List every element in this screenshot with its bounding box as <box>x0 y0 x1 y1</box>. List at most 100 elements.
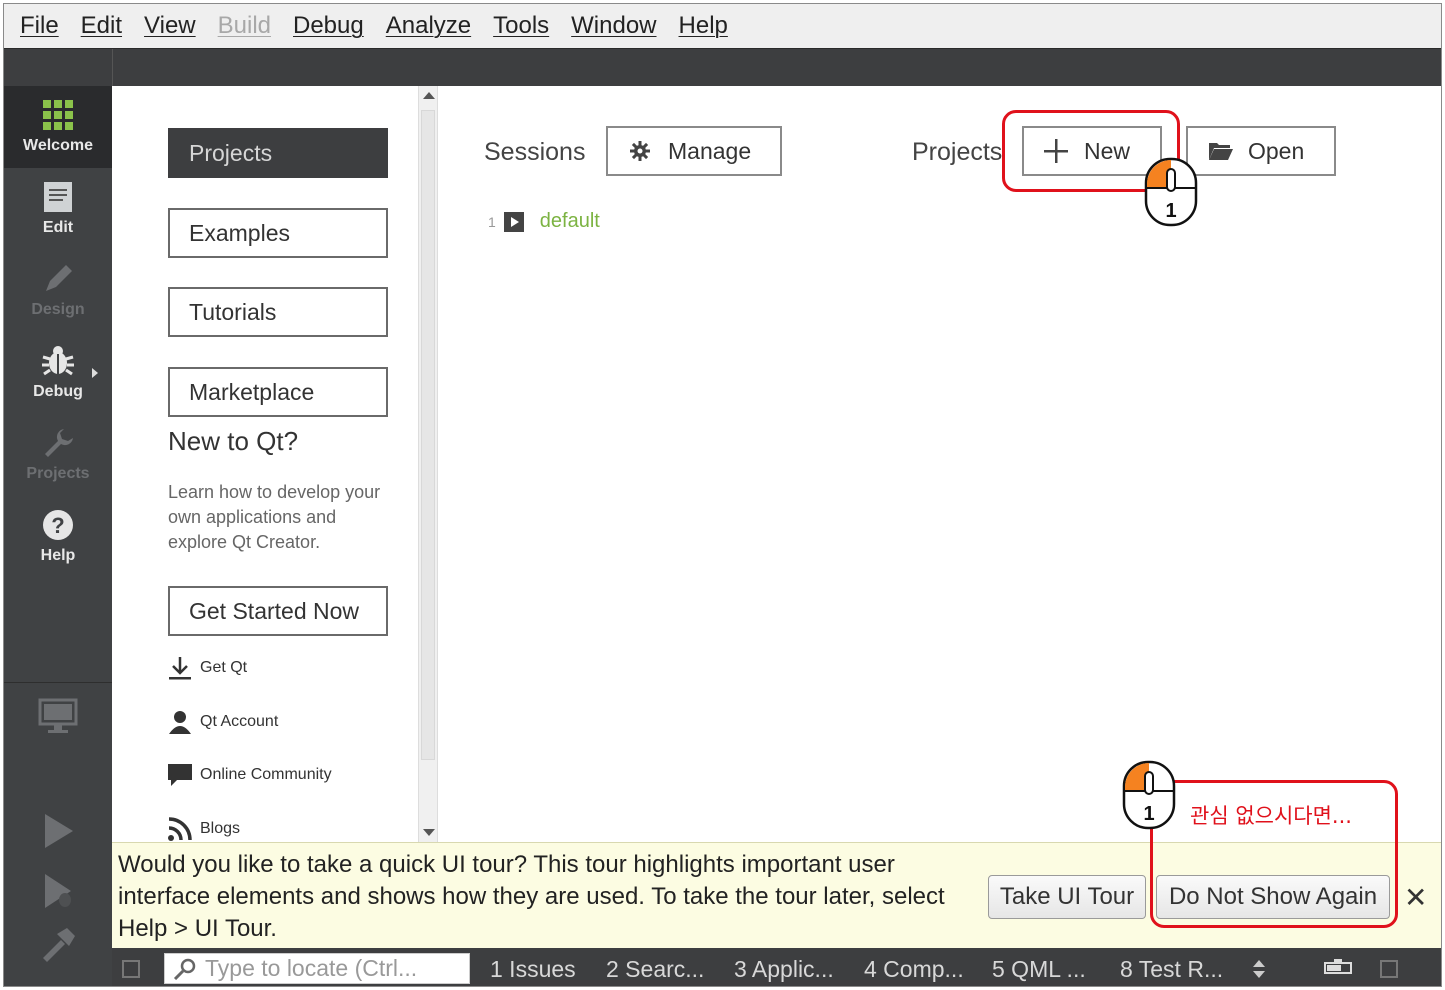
chat-bubble-icon <box>164 761 196 789</box>
projects-page: Sessions Manage 1 default Projects New O… <box>438 86 1441 842</box>
menu-help[interactable]: Help <box>679 12 728 40</box>
session-item[interactable]: 1 default <box>488 210 600 233</box>
tab-compile-output[interactable]: 4 Comp... <box>864 956 964 983</box>
open-project-button[interactable]: Open <box>1186 126 1336 176</box>
rss-icon <box>164 815 196 843</box>
tab-test-results[interactable]: 8 Test R... <box>1120 956 1223 983</box>
bug-icon <box>42 346 74 376</box>
nav-marketplace-button[interactable]: Marketplace <box>168 367 388 417</box>
locator-input[interactable]: Type to locate (Ctrl... <box>164 953 470 984</box>
gear-icon <box>630 141 650 161</box>
manage-label: Manage <box>668 137 752 164</box>
debug-run-icon <box>45 874 71 908</box>
mode-help-label: Help <box>40 547 76 564</box>
tour-message: Would you like to take a quick UI tour? … <box>118 851 945 942</box>
hint-text: 관심 없으시다면... <box>1190 804 1352 828</box>
scroll-down-icon[interactable] <box>423 829 435 836</box>
run-button[interactable] <box>4 812 112 850</box>
hammer-icon <box>43 928 75 962</box>
mode-welcome[interactable]: Welcome <box>4 86 112 168</box>
menu-debug[interactable]: Debug <box>293 12 364 40</box>
menu-tools[interactable]: Tools <box>493 12 549 40</box>
wrench-icon <box>45 429 73 457</box>
debug-submenu-arrow-icon[interactable] <box>92 368 98 378</box>
session-number: 1 <box>488 213 496 230</box>
link-get-qt[interactable]: Get Qt <box>164 654 247 682</box>
question-icon: ? <box>43 510 73 540</box>
tab-issues[interactable]: 1 Issues <box>490 956 576 983</box>
menu-bar: File Edit View Build Debug Analyze Tools… <box>4 4 1441 48</box>
menu-edit[interactable]: Edit <box>81 12 122 40</box>
mode-edit-label: Edit <box>42 219 74 236</box>
tab-qml-debugger[interactable]: 5 QML ... <box>992 956 1086 983</box>
target-selector[interactable] <box>4 698 112 736</box>
get-started-button[interactable]: Get Started Now <box>168 586 388 636</box>
play-icon[interactable] <box>503 211 524 232</box>
new-to-qt-heading: New to Qt? <box>168 426 299 456</box>
link-blogs-label: Blogs <box>200 820 241 837</box>
mode-projects-label: Projects <box>26 465 90 482</box>
user-icon <box>164 708 196 736</box>
mode-projects: Projects <box>4 414 112 496</box>
tab-search-results[interactable]: 2 Searc... <box>606 956 704 983</box>
link-get-qt-label: Get Qt <box>200 659 248 676</box>
mode-edit[interactable]: Edit <box>4 168 112 250</box>
learn-description: Learn how to develop your own applicatio… <box>168 482 381 552</box>
sidebar-scrollbar[interactable] <box>418 86 438 842</box>
open-label: Open <box>1248 137 1305 164</box>
updown-arrows-icon[interactable] <box>1252 960 1266 978</box>
monitor-icon <box>38 698 78 733</box>
step-1-label: 1 <box>1165 200 1176 222</box>
status-bar: Type to locate (Ctrl... 1 Issues 2 Searc… <box>112 948 1441 986</box>
mode-welcome-label: Welcome <box>23 137 93 154</box>
nav-examples-button[interactable]: Examples <box>168 208 388 258</box>
nav-projects-button[interactable]: Projects <box>168 128 388 178</box>
grid-icon <box>43 100 73 130</box>
nav-tutorials-button[interactable]: Tutorials <box>168 287 388 337</box>
sessions-heading: Sessions <box>484 138 586 166</box>
session-name[interactable]: default <box>540 210 600 233</box>
locator-placeholder: Type to locate (Ctrl... <box>205 955 418 981</box>
run-icon <box>45 814 73 848</box>
menu-view[interactable]: View <box>144 12 196 40</box>
toggle-right-sidebar-icon[interactable] <box>1380 960 1398 978</box>
toggle-sidebar-icon[interactable] <box>122 960 140 978</box>
scroll-thumb[interactable] <box>421 110 435 760</box>
link-qt-account[interactable]: Qt Account <box>164 708 278 736</box>
link-qt-account-label: Qt Account <box>200 713 279 730</box>
menu-analyze[interactable]: Analyze <box>386 12 471 40</box>
welcome-sidebar: Projects Examples Tutorials Marketplace … <box>112 86 418 842</box>
search-icon <box>173 958 196 980</box>
scroll-up-icon[interactable] <box>423 92 435 99</box>
step-1-label-2: 1 <box>1143 803 1154 825</box>
debug-run-button[interactable] <box>4 872 112 910</box>
menu-file[interactable]: File <box>20 12 59 40</box>
close-icon[interactable]: ✕ <box>1404 881 1427 914</box>
tab-application-output[interactable]: 3 Applic... <box>734 956 834 983</box>
projects-heading: Projects <box>912 138 1003 166</box>
mode-debug[interactable]: Debug <box>4 332 112 414</box>
link-online-community-label: Online Community <box>200 766 332 783</box>
document-icon <box>44 182 72 212</box>
link-blogs[interactable]: Blogs <box>164 815 240 843</box>
menu-window[interactable]: Window <box>571 12 656 40</box>
mode-design-label: Design <box>31 301 85 318</box>
folder-open-icon <box>1209 143 1233 160</box>
pencil-icon <box>46 265 72 291</box>
top-toolbar <box>4 48 1441 87</box>
mode-design: Design <box>4 250 112 332</box>
mode-selector: Welcome Edit Design Debug Projects ? Hel… <box>4 86 112 986</box>
mouse-click-icon-2: 1 <box>1122 760 1176 830</box>
mode-debug-label: Debug <box>33 383 83 400</box>
link-online-community[interactable]: Online Community <box>164 761 332 789</box>
qt-creator-window: File Edit View Build Debug Analyze Tools… <box>3 3 1442 987</box>
progress-toggle-icon[interactable] <box>1324 959 1352 977</box>
manage-sessions-button[interactable]: Manage <box>606 126 782 176</box>
mouse-click-icon: 1 <box>1144 157 1198 227</box>
take-ui-tour-button[interactable]: Take UI Tour <box>988 875 1146 919</box>
menu-build: Build <box>217 12 271 39</box>
svg-text:?: ? <box>51 513 64 538</box>
mode-help[interactable]: ? Help <box>4 496 112 578</box>
download-icon <box>164 654 196 682</box>
build-button[interactable] <box>4 926 112 964</box>
